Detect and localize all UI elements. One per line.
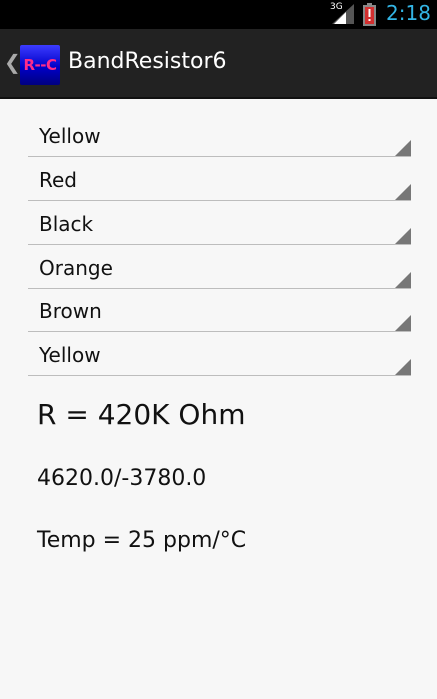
spinner-value: Black [39,212,94,236]
app-icon-label: R--C [23,56,57,74]
clock: 2:18 [386,1,431,25]
app-title: BandResistor6 [68,49,227,74]
band-6-spinner[interactable]: Yellow [28,331,411,376]
back-chevron-icon[interactable]: ❮ [4,50,21,74]
dropdown-arrow-icon [395,184,411,200]
action-bar: ❮ R--C BandResistor6 [0,29,437,99]
spinner-value: Brown [39,299,102,323]
band-4-spinner[interactable]: Orange [28,244,411,289]
status-bar: 3G 2:18 [0,0,437,29]
app-icon[interactable]: R--C [20,45,60,85]
band-2-spinner[interactable]: Red [28,156,411,201]
tolerance-range: 4620.0/-3780.0 [37,466,207,491]
dropdown-arrow-icon [395,140,411,156]
dropdown-arrow-icon [395,272,411,288]
temperature-coefficient: Temp = 25 ppm/°C [37,528,247,553]
dropdown-arrow-icon [395,228,411,244]
band-5-spinner[interactable]: Brown [28,287,411,332]
dropdown-arrow-icon [395,359,411,375]
dropdown-arrow-icon [395,315,411,331]
spinner-value: Yellow [39,343,101,367]
spinner-value: Orange [39,256,113,280]
band-1-spinner[interactable]: Yellow [28,112,411,157]
signal-icon [332,4,354,24]
spinner-value: Red [39,168,77,192]
spinner-value: Yellow [39,124,101,148]
resistance-result: R = 420K Ohm [37,398,246,431]
band-3-spinner[interactable]: Black [28,200,411,245]
battery-alert-icon [363,3,376,26]
